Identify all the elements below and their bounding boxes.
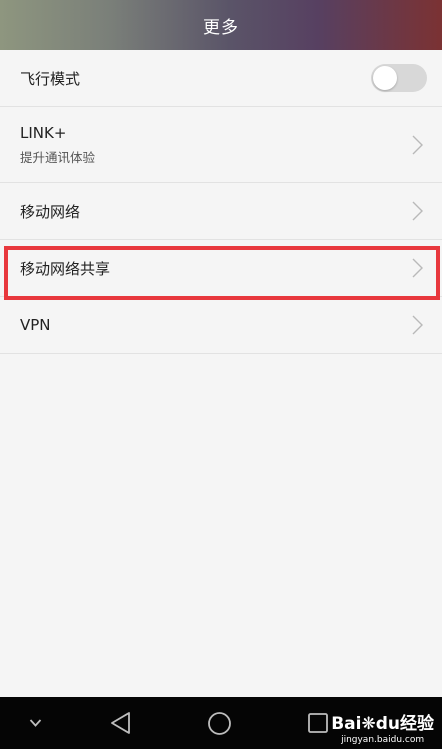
toggle-knob [373, 66, 397, 90]
mobile-network-label: 移动网络 [20, 202, 81, 221]
chevron-right-icon [412, 258, 423, 278]
airplane-mode-toggle[interactable] [371, 64, 427, 92]
link-plus-text: LINK+ 提升通讯体验 [20, 124, 95, 166]
recents-square-icon[interactable] [307, 712, 329, 734]
mobile-network-row[interactable]: 移动网络 [0, 183, 442, 240]
title-bar: 更多 [0, 0, 442, 50]
navigation-bar: Bai❋du经验 jingyan.baidu.com [0, 697, 442, 749]
chevron-down-icon[interactable] [29, 718, 42, 728]
chevron-right-icon [412, 135, 423, 154]
baidu-jingyan-watermark: Bai❋du经验 jingyan.baidu.com [331, 709, 434, 745]
link-plus-label: LINK+ [20, 123, 67, 142]
chevron-right-icon [412, 201, 423, 221]
chevron-right-icon [412, 315, 423, 335]
vpn-row[interactable]: VPN [0, 297, 442, 354]
airplane-mode-label: 飞行模式 [20, 69, 81, 88]
link-plus-subtitle: 提升通讯体验 [20, 149, 96, 165]
tethering-row[interactable]: 移动网络共享 [0, 240, 442, 297]
page-title: 更多 [203, 17, 239, 38]
vpn-label: VPN [20, 316, 51, 334]
settings-list: 飞行模式 LINK+ 提升通讯体验 移动网络 移动网络共享 VPN [0, 50, 442, 354]
paw-icon: ❋ [361, 714, 376, 734]
tethering-label: 移动网络共享 [20, 259, 111, 278]
back-triangle-icon[interactable] [110, 711, 132, 735]
watermark-url: jingyan.baidu.com [341, 735, 425, 745]
home-circle-icon[interactable] [207, 711, 232, 736]
watermark-logo: Bai❋du经验 [331, 714, 434, 734]
link-plus-row[interactable]: LINK+ 提升通讯体验 [0, 107, 442, 183]
airplane-mode-row[interactable]: 飞行模式 [0, 50, 442, 107]
